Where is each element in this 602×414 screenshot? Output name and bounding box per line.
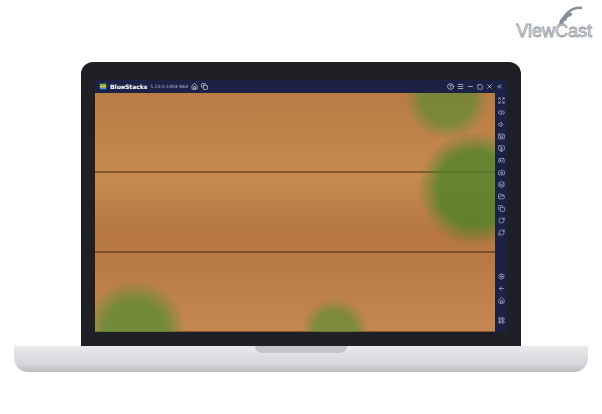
app-window: BlueStacks5.10.0.1004 N64 (95, 80, 507, 332)
menu-icon[interactable] (457, 83, 464, 90)
laptop-base (14, 346, 588, 372)
watermark-logo: ViewCast (516, 6, 592, 42)
camera-icon[interactable] (498, 169, 505, 176)
recent-apps-icon[interactable] (498, 317, 505, 324)
layers-icon[interactable] (498, 181, 505, 188)
laptop-lid: BlueStacks5.10.0.1004 N64 (81, 62, 521, 346)
folder-icon[interactable] (498, 193, 505, 200)
header: ViewCast (0, 0, 602, 58)
volume-up-icon[interactable] (498, 109, 505, 116)
laptop-notch (255, 346, 347, 353)
bluestacks-logo-icon (99, 83, 107, 91)
home-icon[interactable] (191, 83, 198, 90)
volume-down-icon[interactable] (498, 121, 505, 128)
wallpaper-photo (95, 93, 495, 332)
android-home-icon[interactable] (498, 297, 505, 304)
app-body (95, 93, 507, 332)
version-label: 5.10.0.1004 N64 (150, 84, 188, 89)
back-icon[interactable] (498, 285, 505, 292)
multi-instance-icon[interactable] (201, 83, 208, 90)
page: ViewCast BlueStacks5.10.0.1004 N64 (0, 0, 602, 414)
collapse-sidebar-icon[interactable] (496, 83, 503, 90)
gamepad-icon[interactable] (498, 157, 505, 164)
watermark-text: ViewCast (516, 22, 592, 42)
screen-record-icon[interactable] (498, 145, 505, 152)
fullscreen-icon[interactable] (498, 97, 505, 104)
side-toolbar (495, 93, 507, 332)
close-icon[interactable] (486, 83, 493, 90)
window-title: BlueStacks (110, 83, 147, 90)
rotate-icon[interactable] (498, 217, 505, 224)
help-icon[interactable] (447, 83, 454, 90)
keyboard-icon[interactable] (498, 133, 505, 140)
sync-icon[interactable] (498, 229, 505, 236)
minimize-icon[interactable] (467, 83, 474, 90)
instances-icon[interactable] (498, 205, 505, 212)
maximize-icon[interactable] (477, 84, 483, 90)
title-bar: BlueStacks5.10.0.1004 N64 (95, 80, 507, 93)
settings-icon[interactable] (498, 273, 505, 280)
